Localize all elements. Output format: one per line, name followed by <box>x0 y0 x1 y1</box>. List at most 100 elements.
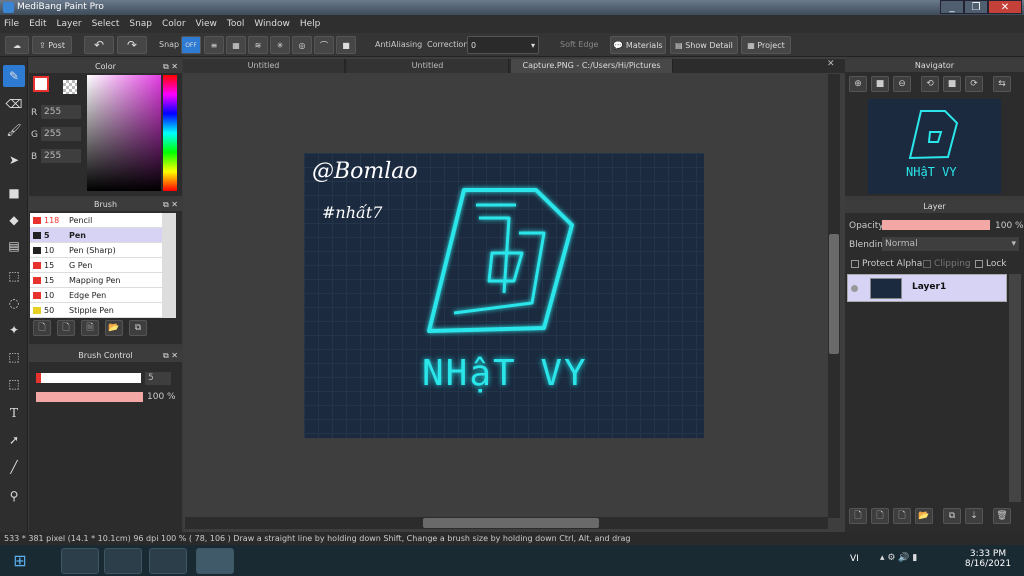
snap-perspective-icon[interactable]: ≋ <box>248 36 268 54</box>
snap-circle-icon[interactable]: ◎ <box>292 36 312 54</box>
post-button[interactable]: ⇪ Post <box>32 36 72 54</box>
vertical-scrollbar[interactable] <box>828 74 840 518</box>
menu-color[interactable]: Color <box>162 19 186 29</box>
brush-item[interactable]: 118 Pencil <box>30 213 162 228</box>
menu-view[interactable]: View <box>196 19 217 29</box>
navigator-preview[interactable]: NHậT VY <box>868 99 1001 194</box>
new-brush-icon[interactable]: 🗋 <box>33 320 51 336</box>
brush-item[interactable]: 15 G Pen <box>30 258 162 273</box>
menu-window[interactable]: Window <box>254 19 290 29</box>
magic-wand-icon[interactable]: ✦ <box>3 319 25 341</box>
tab-untitled-1[interactable]: Untitled <box>183 59 345 73</box>
saturation-value-picker[interactable] <box>87 75 161 191</box>
brush-item[interactable]: 10 Pen (Sharp) <box>30 243 162 258</box>
transparent-swatch[interactable] <box>63 80 77 94</box>
brush-item[interactable]: 50 Stipple Pen <box>30 303 162 318</box>
menu-snap[interactable]: Snap <box>129 19 152 29</box>
duplicate-icon[interactable]: ⧉ <box>129 320 147 336</box>
select-pen-icon[interactable]: ⬚ <box>3 346 25 368</box>
gradient-tool-icon[interactable]: ▤ <box>3 235 25 257</box>
vertical-scroll-thumb[interactable] <box>829 234 839 354</box>
pen-tool-icon[interactable]: ✎ <box>3 65 25 87</box>
restore-button[interactable]: ❐ <box>964 0 988 14</box>
eyedropper-icon[interactable]: ⚲ <box>3 485 25 507</box>
menu-select[interactable]: Select <box>92 19 120 29</box>
menu-layer[interactable]: Layer <box>57 19 82 29</box>
g-input[interactable]: 255 <box>41 127 81 141</box>
tab-capture[interactable]: Capture.PNG - C:/Users/Hi/Pictures <box>511 59 673 73</box>
new-layer-icon[interactable]: 🗋 <box>849 508 867 524</box>
file-explorer-icon[interactable] <box>61 548 99 574</box>
clipping-option[interactable]: Clipping <box>923 259 971 269</box>
panel-close-icon[interactable]: ⧉ ✕ <box>163 349 178 362</box>
snap-radial-icon[interactable]: ✳ <box>270 36 290 54</box>
eraser-tool-icon[interactable]: ⌫ <box>3 93 25 115</box>
brush-size-value[interactable]: 5 <box>145 372 171 385</box>
clock[interactable]: 3:33 PM 8/16/2021 <box>960 549 1016 569</box>
delete-layer-icon[interactable]: 🗑 <box>993 508 1011 524</box>
menu-tool[interactable]: Tool <box>227 19 244 29</box>
operation-tool-icon[interactable]: ➚ <box>3 429 25 451</box>
layer-folder-icon[interactable]: 📂 <box>915 508 933 524</box>
undo-button[interactable]: ↶ <box>84 36 114 54</box>
text-tool-icon[interactable]: T <box>3 402 25 424</box>
protect-alpha-checkbox[interactable] <box>851 259 859 268</box>
duplicate-layer-icon[interactable]: ⧉ <box>943 508 961 524</box>
zoom-in-icon[interactable]: ⊕ <box>849 76 867 92</box>
brush-item[interactable]: 5 Pen <box>30 228 162 243</box>
fit-icon[interactable]: ■ <box>871 76 889 92</box>
project-button[interactable]: ▦ Project <box>741 36 791 54</box>
snap-off-toggle[interactable]: OFF <box>181 36 201 54</box>
show-detail-button[interactable]: ▤ Show Detail <box>670 36 738 54</box>
brush-tip-icon[interactable]: ■ <box>336 36 356 54</box>
tab-close-icon[interactable]: ✕ <box>827 59 835 69</box>
materials-button[interactable]: 💬 Materials <box>610 36 666 54</box>
layer-row[interactable]: Layer1 <box>847 274 1007 302</box>
folder-icon[interactable]: 📂 <box>105 320 123 336</box>
blending-select[interactable]: Normal ▾ <box>882 237 1019 251</box>
new-halftone-layer-icon[interactable]: 🗋 <box>871 508 889 524</box>
r-input[interactable]: 255 <box>41 105 81 119</box>
redo-button[interactable]: ↷ <box>117 36 147 54</box>
start-button[interactable]: ⊞ <box>0 548 40 574</box>
eye-icon[interactable] <box>851 285 858 292</box>
menu-edit[interactable]: Edit <box>29 19 46 29</box>
menu-help[interactable]: Help <box>300 19 321 29</box>
brush-opacity-slider[interactable] <box>36 392 143 402</box>
layer-opacity-slider[interactable] <box>882 220 990 230</box>
b-input[interactable]: 255 <box>41 149 81 163</box>
flip-icon[interactable]: ⇆ <box>993 76 1011 92</box>
brush-list-scrollbar[interactable] <box>162 213 176 318</box>
horizontal-scrollbar[interactable] <box>185 517 828 529</box>
app-icon-taskbar[interactable] <box>149 548 187 574</box>
protect-alpha-option[interactable]: Protect Alpha <box>851 259 922 269</box>
lasso-icon[interactable]: ◌ <box>3 292 25 314</box>
panel-close-icon[interactable]: ⧉ ✕ <box>163 60 178 73</box>
panel-close-icon[interactable]: ⧉ ✕ <box>163 198 178 211</box>
bucket-tool-icon[interactable]: ◆ <box>3 209 25 231</box>
add-brush-icon[interactable]: 🗋 <box>57 320 75 336</box>
primary-color-swatch[interactable] <box>33 76 49 92</box>
close-button[interactable]: ✕ <box>988 0 1022 14</box>
rotate-left-icon[interactable]: ⟲ <box>921 76 939 92</box>
divide-tool-icon[interactable]: ╱ <box>3 456 25 478</box>
medibang-taskbar-icon[interactable] <box>196 548 234 574</box>
minimize-button[interactable]: _ <box>940 0 964 14</box>
cloud-icon[interactable]: ☁ <box>5 36 29 54</box>
tray-icons[interactable]: ▴ ⚙ 🔊 ▮ <box>880 553 917 563</box>
zoom-out-icon[interactable]: ⊖ <box>893 76 911 92</box>
brush-tool-icon[interactable]: 🖌 <box>3 119 25 141</box>
tab-untitled-2[interactable]: Untitled <box>347 59 509 73</box>
clipping-checkbox[interactable] <box>923 259 931 268</box>
select-eraser-icon[interactable]: ⬚ <box>3 373 25 395</box>
move-tool-icon[interactable]: ➤ <box>3 149 25 171</box>
chrome-icon[interactable] <box>104 548 142 574</box>
fill-rectangle-icon[interactable]: ■ <box>3 182 25 204</box>
brush-item[interactable]: 15 Mapping Pen <box>30 273 162 288</box>
correction-select[interactable]: 0 ▾ <box>467 36 539 54</box>
hue-slider[interactable] <box>163 75 177 191</box>
new-8bit-layer-icon[interactable]: 🗋 <box>893 508 911 524</box>
rotate-reset-icon[interactable]: ■ <box>943 76 961 92</box>
select-rect-icon[interactable]: ⬚ <box>3 265 25 287</box>
snap-grid-icon[interactable]: ▦ <box>226 36 246 54</box>
